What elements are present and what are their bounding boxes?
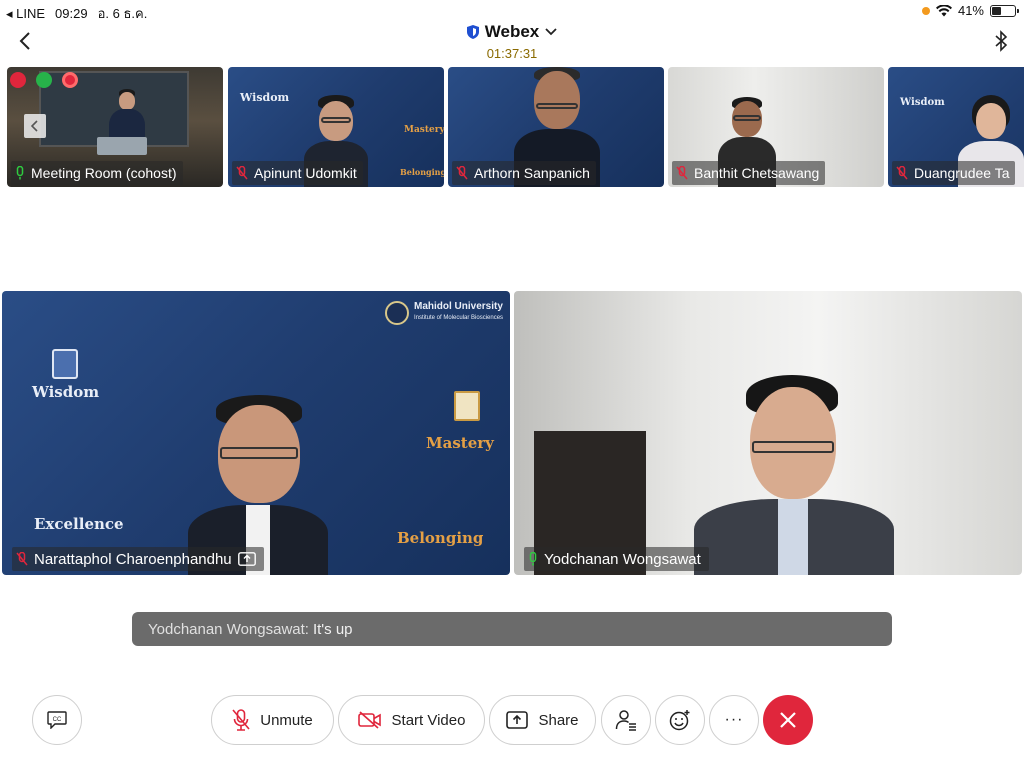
reactions-button[interactable] <box>655 695 705 745</box>
call-toolbar: CC Unmute Start Video Share ··· <box>0 695 1024 745</box>
participant-thumbnail[interactable]: Wisdom Duangrudee Ta <box>888 67 1024 187</box>
backdrop-wisdom: Wisdom <box>900 97 945 108</box>
chevron-left-icon <box>31 120 38 132</box>
mic-muted-icon <box>16 552 28 566</box>
share-indicator-icon <box>237 552 256 566</box>
backdrop-wisdom: Wisdom <box>240 91 290 104</box>
laptop <box>97 137 147 155</box>
backdrop-mastery: Mastery <box>426 434 494 452</box>
participant-name-label: Narattaphol Charoenphandhu <box>12 547 264 571</box>
start-video-button[interactable]: Start Video <box>338 695 485 745</box>
share-button[interactable]: Share <box>489 695 596 745</box>
caption-speaker: Yodchanan Wongsawat: <box>148 620 309 638</box>
participants-icon <box>615 710 636 731</box>
record-icon <box>10 72 26 88</box>
mic-muted-icon <box>456 166 468 180</box>
mic-muted-icon <box>676 166 688 180</box>
participant-thumbnail[interactable]: Banthit Chetsawang <box>668 67 884 187</box>
backdrop-excellence: Excellence <box>34 515 124 533</box>
person-video <box>694 375 894 575</box>
bluetooth-icon <box>995 30 1008 52</box>
cc-icon: CC <box>47 711 67 729</box>
backdrop-mastery: Mastery <box>404 125 444 135</box>
active-speaker-tile[interactable]: Mahidol University Institute of Molecula… <box>2 291 510 575</box>
app-title: Webex <box>484 22 540 41</box>
share-icon <box>506 711 529 729</box>
more-icon: ··· <box>724 711 744 728</box>
bluetooth-button[interactable] <box>994 30 1014 52</box>
more-options-button[interactable]: ··· <box>709 695 759 745</box>
svg-text:CC: CC <box>53 717 62 723</box>
participants-button[interactable] <box>601 695 651 745</box>
participant-thumbnail[interactable]: Arthorn Sanpanich <box>448 67 664 187</box>
end-call-icon <box>780 712 796 728</box>
shield-icon <box>466 25 479 39</box>
participant-tile[interactable]: Yodchanan Wongsawat <box>514 291 1022 575</box>
backdrop-belonging: Belonging <box>397 529 484 547</box>
call-timer: 01:37:31 <box>486 46 538 61</box>
mic-muted-icon <box>236 166 248 180</box>
battery-percent: 41% <box>957 3 984 18</box>
mic-in-use-indicator <box>921 6 930 15</box>
caption-text: It's up <box>312 620 353 638</box>
wifi-icon <box>935 4 952 16</box>
closed-captions-button[interactable]: CC <box>32 695 82 745</box>
backdrop-belonging: Belonging <box>400 167 444 177</box>
end-call-button[interactable] <box>763 695 813 745</box>
participant-name-label: Meeting Room (cohost) <box>11 161 183 185</box>
video-off-icon <box>357 711 381 729</box>
backdrop-clipboard-graphic <box>454 391 480 421</box>
backdrop-institute: Institute of Molecular Biosciences <box>414 315 504 321</box>
meeting-title-button[interactable]: Webex <box>466 22 558 42</box>
live-caption-bar: Yodchanan Wongsawat: It's up <box>132 612 892 646</box>
participant-strip[interactable]: Meeting Room (cohost) Wisdom Mastery Bel… <box>7 67 1024 187</box>
mic-on-icon <box>16 166 24 180</box>
status-bar: ◂ LINE 09:29 อ. 6 ธ.ค. 41% <box>0 0 1024 21</box>
mic-on-icon <box>529 552 537 566</box>
university-logo <box>385 301 409 325</box>
mic-muted-icon <box>896 166 908 180</box>
participant-name-label: Arthorn Sanpanich <box>452 161 596 185</box>
live-icon <box>62 72 78 88</box>
strip-prev-button[interactable] <box>24 114 46 138</box>
mic-muted-icon <box>232 709 250 731</box>
recording-indicators <box>10 72 78 88</box>
backdrop-wisdom-graphic <box>52 349 78 379</box>
call-header: Webex 01:37:31 <box>0 20 1024 62</box>
webex-call-screen: ◂ LINE 09:29 อ. 6 ธ.ค. 41% Webex 01:37:3… <box>0 0 1024 768</box>
unmute-button[interactable]: Unmute <box>211 695 334 745</box>
backdrop-university: Mahidol University <box>414 301 503 312</box>
participant-name-label: Apinunt Udomkit <box>232 161 363 185</box>
battery-icon <box>990 4 1019 17</box>
participant-name-label: Duangrudee Ta <box>892 161 1016 185</box>
network-icon <box>36 72 52 88</box>
status-time: 09:29 <box>55 6 88 21</box>
participant-name-label: Yodchanan Wongsawat <box>524 547 709 571</box>
chevron-down-icon <box>545 28 557 36</box>
participant-thumbnail[interactable]: Meeting Room (cohost) <box>7 67 223 187</box>
backdrop-wisdom: Wisdom <box>32 383 100 401</box>
participant-name-label: Banthit Chetsawang <box>672 161 826 185</box>
reactions-icon <box>669 710 690 731</box>
participant-thumbnail[interactable]: Wisdom Mastery Belonging Apinunt Udomkit <box>228 67 444 187</box>
